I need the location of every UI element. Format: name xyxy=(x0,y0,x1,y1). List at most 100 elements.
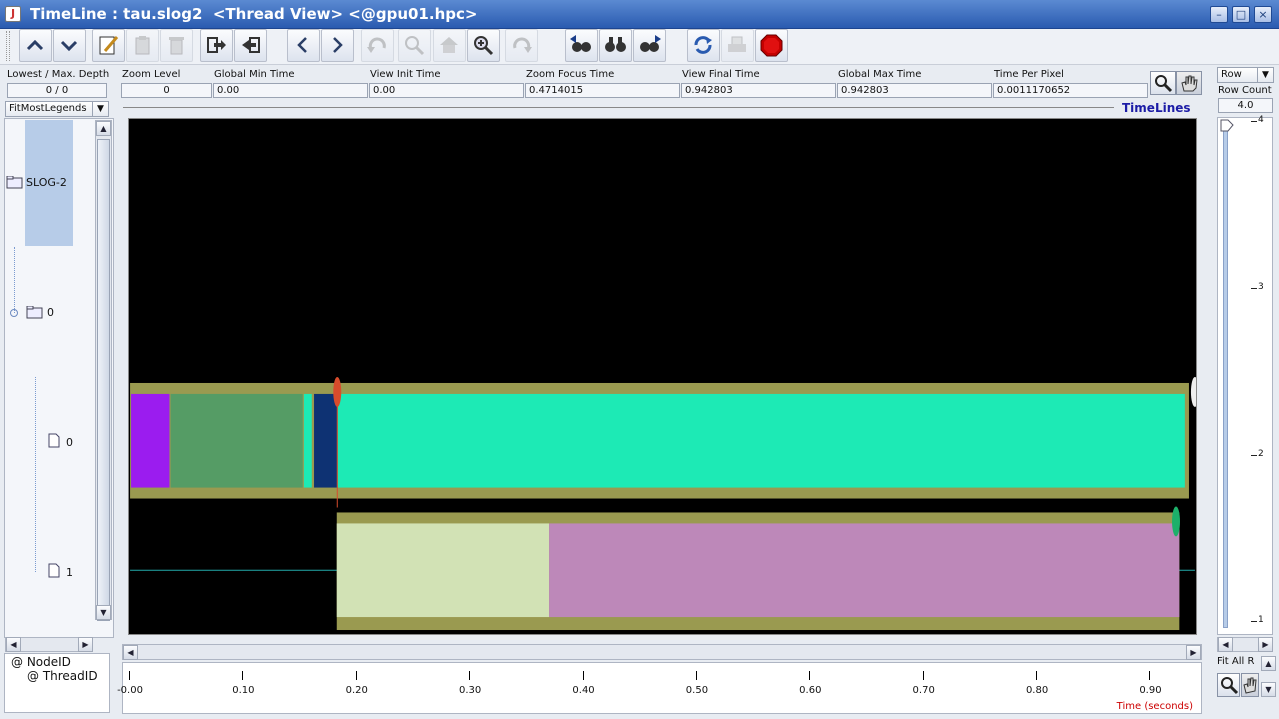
row-control-pane: Row ▼ Row Count 4.0 4 3 2 1 ◀ ▶ Fit All R… xyxy=(1215,65,1279,719)
axis-unit-label: Time (seconds) xyxy=(1116,701,1193,712)
view-final-time-field[interactable]: 0.942803 xyxy=(681,83,836,98)
thread-0-state-0[interactable] xyxy=(131,393,170,488)
node-id-label: @ NodeID xyxy=(11,655,71,669)
print-button[interactable] xyxy=(721,29,754,62)
event-marker-red[interactable] xyxy=(333,376,342,407)
fit-all-rows-label[interactable]: Fit All R xyxy=(1217,656,1259,670)
view-init-time-field[interactable]: 0.00 xyxy=(369,83,524,98)
scroll-right-arrow-icon[interactable]: ▶ xyxy=(1186,645,1201,660)
scroll-up-button[interactable] xyxy=(19,29,52,62)
hand-icon xyxy=(1243,677,1257,694)
backward-button[interactable] xyxy=(287,29,320,62)
minimize-button[interactable]: – xyxy=(1210,6,1228,23)
canvas-horizontal-scrollbar[interactable]: ◀ ▶ xyxy=(122,644,1202,660)
fit-zoom-button[interactable] xyxy=(1217,673,1240,697)
up-arrow-icon xyxy=(26,39,44,51)
scroll-up-arrow-icon[interactable]: ▲ xyxy=(96,121,111,136)
thread-0-state-3[interactable] xyxy=(314,393,338,488)
zoom-focus-time-field[interactable]: 0.4714015 xyxy=(525,83,680,98)
clipboard-icon xyxy=(135,36,150,55)
axis-tick-label: 0.40 xyxy=(572,685,595,696)
undo-button[interactable] xyxy=(361,29,394,62)
forward-button[interactable] xyxy=(321,29,354,62)
fit-hand-button[interactable] xyxy=(1241,673,1259,697)
forward-icon xyxy=(333,37,343,53)
axis-tick-label: -0.00 xyxy=(117,685,143,696)
zoom-level-field[interactable]: 0 xyxy=(121,83,212,98)
tree-thread-0-label[interactable]: 0 xyxy=(66,436,73,449)
zoom-out-button[interactable] xyxy=(398,29,431,62)
thread-1-state-1[interactable] xyxy=(549,523,1180,618)
expand-toggle-icon[interactable] xyxy=(10,309,18,317)
global-min-time-field[interactable]: 0.00 xyxy=(213,83,368,98)
thread-0-state-2[interactable] xyxy=(303,393,312,488)
tree-vertical-scrollbar[interactable]: ▲ ▼ xyxy=(95,120,112,621)
refresh-button[interactable] xyxy=(687,29,720,62)
slider-thumb[interactable] xyxy=(1220,119,1234,132)
scroll-up-arrow-icon[interactable]: ▲ xyxy=(1261,656,1276,671)
event-marker-white[interactable] xyxy=(1190,377,1197,407)
scroll-down-arrow-icon[interactable]: ▼ xyxy=(1261,682,1276,697)
scrollbar-thumb[interactable] xyxy=(97,139,110,621)
global-min-time-label: Global Min Time xyxy=(214,69,295,80)
tree-horizontal-scrollbar[interactable]: ◀ ▶ xyxy=(5,637,93,652)
scroll-down-arrow-icon[interactable]: ▼ xyxy=(96,605,111,620)
paste-button[interactable] xyxy=(126,29,159,62)
axis-tick-label: 0.20 xyxy=(345,685,368,696)
zoom-mode-button[interactable] xyxy=(1150,71,1176,95)
tree-root-label[interactable]: SLOG-2 xyxy=(26,176,67,189)
close-button[interactable]: × xyxy=(1254,6,1272,23)
import-button[interactable] xyxy=(234,29,267,62)
tree-thread-1-label[interactable]: 1 xyxy=(66,566,73,579)
axis-tick-label: 0.70 xyxy=(912,685,935,696)
thread-0-state-1[interactable] xyxy=(170,393,303,488)
search-backward-icon xyxy=(570,35,591,52)
tree-line xyxy=(35,377,36,572)
scroll-left-arrow-icon[interactable]: ◀ xyxy=(1218,637,1233,652)
redo-button[interactable] xyxy=(505,29,538,62)
stop-button[interactable] xyxy=(755,29,788,62)
timeline-canvas[interactable] xyxy=(128,118,1197,635)
java-app-icon[interactable]: J xyxy=(5,6,21,22)
row-horizontal-scrollbar[interactable]: ◀ ▶ xyxy=(1217,637,1273,652)
scroll-left-arrow-icon[interactable]: ◀ xyxy=(6,637,21,652)
row-mode-select[interactable]: Row ▼ xyxy=(1217,67,1274,83)
global-max-time-field[interactable]: 0.942803 xyxy=(837,83,992,98)
thread-1-state-0[interactable] xyxy=(336,523,550,618)
legend-mode-select[interactable]: FitMostLegends ▼ xyxy=(5,101,109,117)
toolbar-grip[interactable] xyxy=(6,31,10,61)
zoom-out-icon xyxy=(405,36,425,56)
search-backward-button[interactable] xyxy=(565,29,598,62)
scroll-right-arrow-icon[interactable]: ▶ xyxy=(1258,637,1273,652)
search-button[interactable] xyxy=(599,29,632,62)
trash-icon xyxy=(169,37,184,55)
scroll-right-arrow-icon[interactable]: ▶ xyxy=(78,637,93,652)
scroll-down-button[interactable] xyxy=(53,29,86,62)
axis-tick xyxy=(129,671,130,680)
chevron-down-icon: ▼ xyxy=(92,102,108,116)
time-per-pixel-field[interactable]: 0.0011170652 xyxy=(993,83,1148,98)
depth-field[interactable]: 0 / 0 xyxy=(7,83,107,98)
redo-icon xyxy=(513,37,532,53)
event-marker-green[interactable] xyxy=(1172,506,1180,537)
export-button[interactable] xyxy=(200,29,233,62)
tree-node-label[interactable]: 0 xyxy=(47,306,54,319)
hand-mode-button[interactable] xyxy=(1176,71,1202,95)
thread-id-label: @ ThreadID xyxy=(27,669,98,683)
search-icon xyxy=(605,37,626,52)
home-button[interactable] xyxy=(433,29,466,62)
axis-tick xyxy=(809,671,811,680)
export-icon xyxy=(207,37,226,53)
zoom-in-button[interactable] xyxy=(467,29,500,62)
axis-tick xyxy=(1036,671,1038,680)
search-forward-button[interactable] xyxy=(633,29,666,62)
thread-0-state-4[interactable] xyxy=(337,393,1185,488)
edit-button[interactable] xyxy=(92,29,125,62)
delete-button[interactable] xyxy=(160,29,193,62)
maximize-button[interactable]: □ xyxy=(1232,6,1250,23)
axis-tick-label: 0.60 xyxy=(799,685,822,696)
axis-tick-label: 0.10 xyxy=(232,685,255,696)
row-slider-track[interactable]: 4 3 2 1 xyxy=(1217,115,1273,635)
row-count-field[interactable]: 4.0 xyxy=(1218,98,1273,113)
scroll-left-arrow-icon[interactable]: ◀ xyxy=(123,645,138,660)
